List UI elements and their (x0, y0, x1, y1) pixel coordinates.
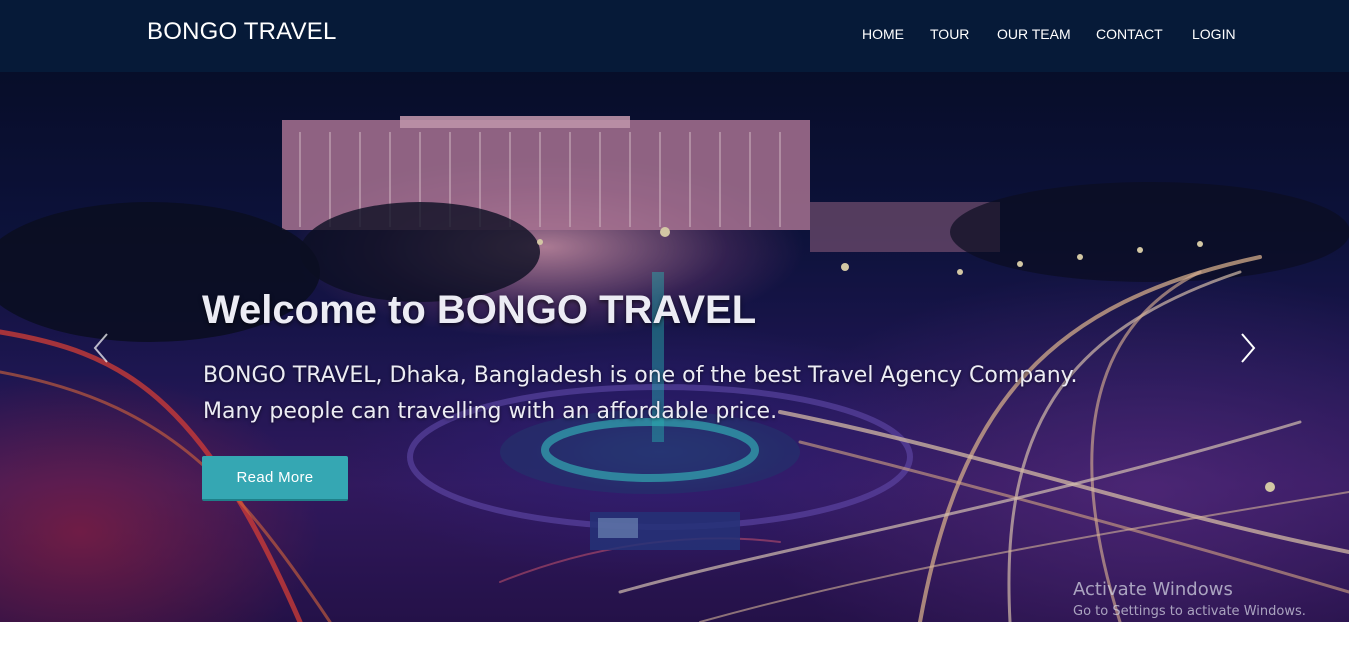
nav-login[interactable]: LOGIN (1192, 26, 1236, 42)
navbar: BONGO TRAVEL HOME TOUR OUR TEAM CONTACT … (0, 0, 1349, 72)
hero-carousel: Welcome to BONGO TRAVEL BONGO TRAVEL, Dh… (0, 72, 1349, 622)
chevron-right-icon (1241, 333, 1256, 363)
hero-description: BONGO TRAVEL, Dhaka, Bangladesh is one o… (203, 363, 1078, 424)
hero-title: Welcome to BONGO TRAVEL (202, 288, 757, 332)
read-more-button[interactable]: Read More (202, 456, 348, 501)
carousel-next-button[interactable] (1233, 330, 1263, 366)
carousel-prev-button[interactable] (88, 330, 118, 366)
activate-windows-title: Activate Windows (1073, 579, 1233, 600)
nav-our-team[interactable]: OUR TEAM (997, 26, 1071, 42)
main-nav: HOME TOUR OUR TEAM CONTACT LOGIN (0, 26, 1349, 46)
nav-tour[interactable]: TOUR (930, 26, 969, 42)
activate-windows-subtitle: Go to Settings to activate Windows. (1073, 604, 1306, 619)
chevron-left-icon (93, 333, 108, 363)
nav-contact[interactable]: CONTACT (1096, 26, 1163, 42)
nav-home[interactable]: HOME (862, 26, 904, 42)
hero-overlay (0, 72, 1349, 622)
